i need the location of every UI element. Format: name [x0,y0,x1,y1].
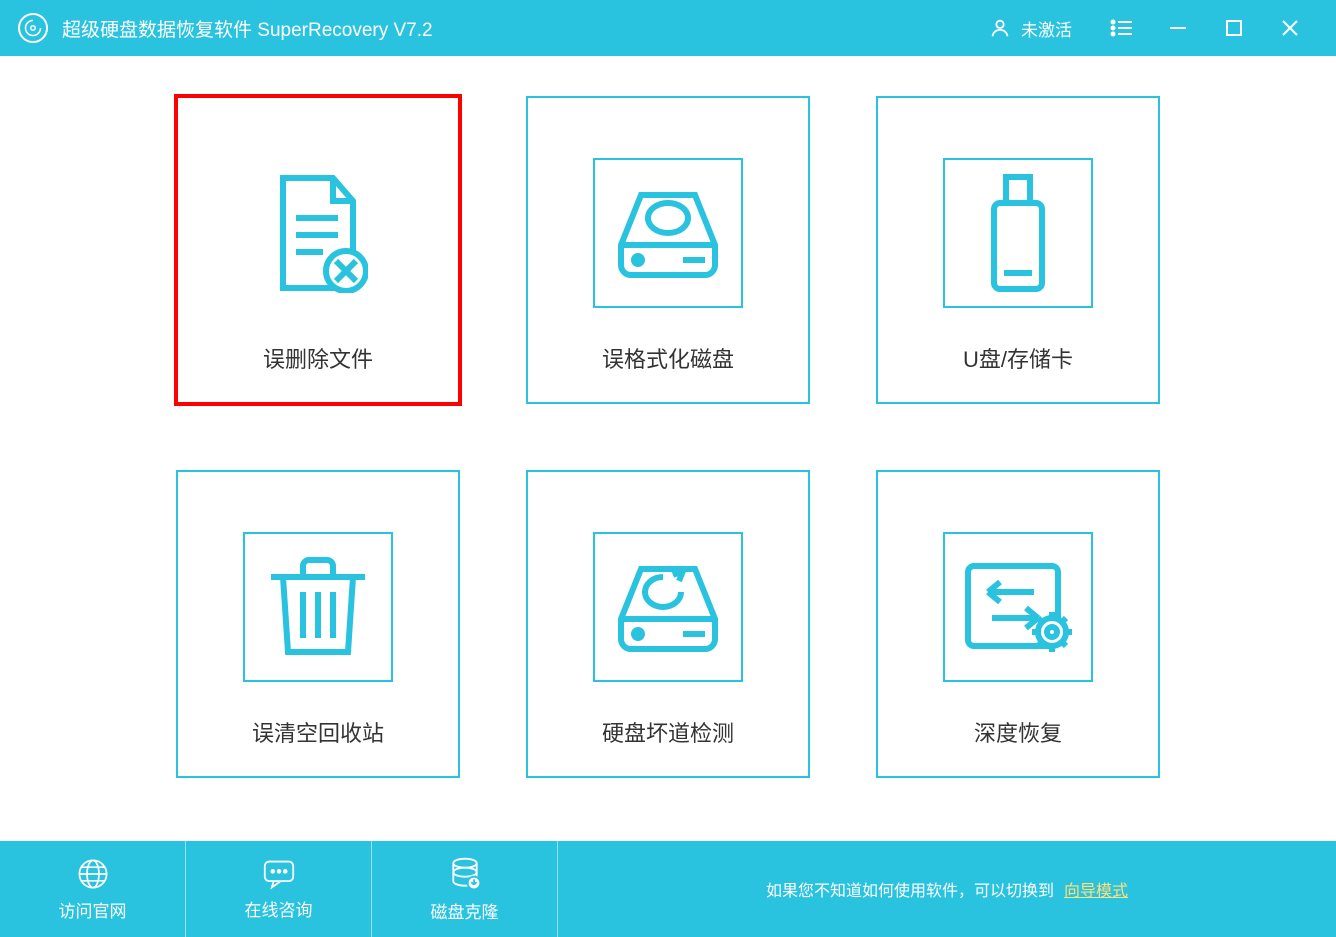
card-label: 误格式化磁盘 [602,342,734,374]
close-button[interactable] [1262,0,1318,56]
maximize-button[interactable] [1206,0,1262,56]
footer-hint-text: 如果您不知道如何使用软件，可以切换到 [766,877,1054,901]
card-label: 深度恢复 [974,716,1062,748]
app-title: 超级硬盘数据恢复软件 SuperRecovery V7.2 [62,15,433,42]
file-delete-icon [243,158,393,308]
chat-icon [261,858,297,890]
card-deleted-files[interactable]: 误删除文件 [176,96,460,404]
card-label: 误删除文件 [263,342,373,374]
disk-clone-icon [448,856,482,892]
footer-label: 磁盘克隆 [431,898,499,923]
hdd-bad-icon [593,532,743,682]
card-label: U盘/存储卡 [963,342,1073,374]
footer-visit-site[interactable]: 访问官网 [0,841,186,937]
main-content: 误删除文件 误格式化磁盘 U [0,56,1336,841]
activation-button[interactable]: 未激活 [989,16,1072,41]
card-label: 硬盘坏道检测 [602,716,734,748]
app-logo-icon [18,13,48,43]
user-icon [989,17,1011,39]
footer-hint: 如果您不知道如何使用软件，可以切换到 向导模式 [558,841,1336,937]
card-deep-recovery[interactable]: 深度恢复 [876,470,1160,778]
footer: 访问官网 在线咨询 磁盘克隆 如果您不知道如何使用软件，可以切换 [0,841,1336,937]
footer-label: 访问官网 [59,897,127,922]
footer-online-chat[interactable]: 在线咨询 [186,841,372,937]
card-formatted-disk[interactable]: 误格式化磁盘 [526,96,810,404]
footer-label: 在线咨询 [245,896,313,921]
globe-icon [76,857,110,891]
activation-label: 未激活 [1021,16,1072,41]
card-grid: 误删除文件 误格式化磁盘 U [160,96,1176,778]
menu-button[interactable] [1094,0,1150,56]
titlebar: 超级硬盘数据恢复软件 SuperRecovery V7.2 未激活 [0,0,1336,56]
card-bad-sector[interactable]: 硬盘坏道检测 [526,470,810,778]
minimize-button[interactable] [1150,0,1206,56]
card-label: 误清空回收站 [252,716,384,748]
usb-icon [943,158,1093,308]
card-usb-card[interactable]: U盘/存储卡 [876,96,1160,404]
swap-gear-icon [943,532,1093,682]
trash-icon [243,532,393,682]
wizard-mode-link[interactable]: 向导模式 [1064,877,1128,901]
disk-icon [593,158,743,308]
footer-disk-clone[interactable]: 磁盘克隆 [372,841,558,937]
card-recycle-bin[interactable]: 误清空回收站 [176,470,460,778]
